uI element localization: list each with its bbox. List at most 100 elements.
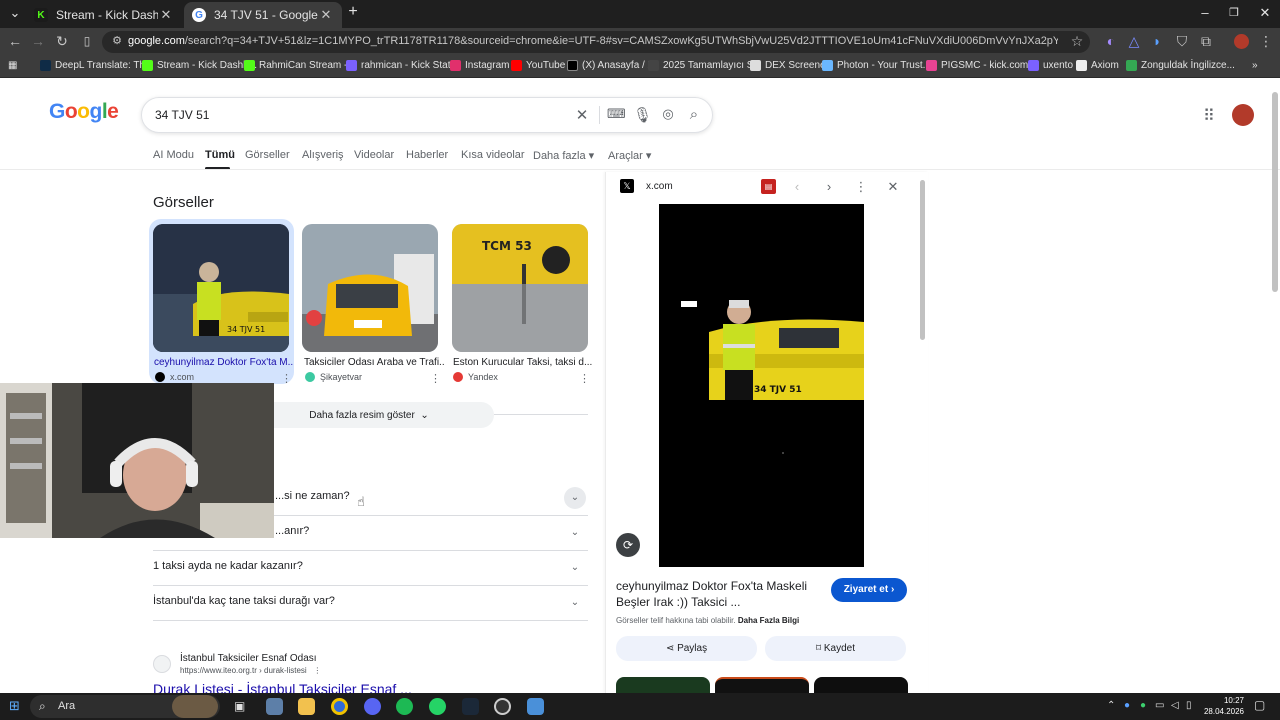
tray-icon[interactable]: ● (1140, 700, 1146, 711)
more-images-button[interactable]: Daha fazla resim göster ⌄ (244, 402, 494, 428)
more-options-icon[interactable]: ⋮ (313, 666, 321, 675)
clear-icon[interactable]: ✕ (573, 106, 591, 124)
search-box[interactable]: 34 TJV 51 ✕ ⌨ 🎙 ◎ ⌕ (141, 97, 713, 133)
task-view-icon[interactable]: ▣ (234, 699, 245, 713)
share-button[interactable]: ⋖ Paylaş (616, 636, 757, 661)
volume-icon[interactable]: ◁ (1171, 700, 1179, 711)
lens-icon[interactable]: ◎ (659, 106, 677, 122)
related-question[interactable]: 1 taksi ayda ne kadar kazanır? ⌄ (153, 551, 588, 586)
profile-avatar[interactable] (1234, 34, 1249, 49)
microphone-icon[interactable]: 🎙 (633, 106, 652, 124)
related-image[interactable] (814, 677, 908, 693)
bookmark-item[interactable]: DEX Screener (750, 60, 829, 71)
extension-icon[interactable]: ◐ (1102, 33, 1120, 49)
more-bookmarks-icon[interactable]: » (1252, 60, 1258, 71)
tab-videos[interactable]: Videolar (354, 149, 394, 161)
google-apps-icon[interactable]: ⠿ (1203, 106, 1215, 126)
chrome-icon[interactable] (331, 698, 348, 715)
bookmark-star-icon[interactable]: ☆ (1068, 33, 1086, 50)
more-options-icon[interactable]: ⋮ (853, 179, 869, 195)
bookmark-item[interactable]: Axiom (1076, 60, 1119, 71)
bookmark-item[interactable]: YouTube (511, 60, 565, 71)
chevron-down-icon[interactable]: ⌄ (564, 487, 586, 509)
chevron-up-icon[interactable]: ⌃ (1107, 700, 1115, 711)
chevron-down-icon[interactable]: ⌄ (564, 522, 586, 544)
bookmark-item[interactable]: Instagram (450, 60, 509, 71)
menu-icon[interactable]: ⋮ (1257, 33, 1275, 50)
chevron-down-icon[interactable]: ⌄ (564, 557, 586, 579)
new-tab-button[interactable]: + (338, 3, 368, 21)
previous-icon[interactable]: ‹ (789, 179, 805, 194)
close-icon[interactable]: ✕ (318, 7, 334, 23)
result-url[interactable]: https://www.iteo.org.tr › durak-listesi … (180, 666, 321, 675)
bookmark-item[interactable]: PIGSMC - kick.com/... (926, 60, 1039, 71)
battery-icon[interactable]: ▯ (1186, 700, 1192, 711)
extension-icon[interactable]: ◗ (1148, 33, 1166, 49)
image-source[interactable]: Şikayetvar (305, 372, 362, 382)
more-options-icon[interactable]: ⋮ (430, 372, 441, 385)
system-clock[interactable]: 10:27 28.04.2026 (1200, 695, 1244, 717)
tab-all[interactable]: Tümü (205, 149, 235, 161)
address-bar[interactable]: ⚙ google.com/search?q=34+TJV+51&lz=1C1MY… (102, 31, 1090, 53)
restore-button[interactable]: ❐ (1219, 6, 1249, 19)
notifications-icon[interactable]: ▢ (1254, 698, 1265, 712)
app-icon[interactable] (527, 698, 544, 715)
google-logo[interactable]: Google (49, 100, 119, 124)
reload-icon[interactable]: ↻ (53, 33, 71, 50)
network-icon[interactable]: ▭ (1155, 700, 1164, 711)
image-source[interactable]: x.com (155, 372, 194, 382)
bookmark-item[interactable]: rahmican - Kick Stat... (346, 60, 459, 71)
bookmark-item[interactable]: Zonguldak İngilizce... (1126, 60, 1235, 71)
bookmark-item[interactable]: DeepL Translate: Th... (40, 60, 153, 71)
search-icon[interactable]: ⌕ (685, 106, 703, 123)
image-result-3[interactable]: TCM 53 (452, 224, 588, 352)
image-caption[interactable]: ceyhunyilmaz Doktor Fox'ta M... (154, 357, 294, 368)
panel-scrollbar[interactable] (920, 180, 925, 340)
tab-tools[interactable]: Araçlar ▾ (608, 149, 651, 162)
tray-icon[interactable]: ● (1124, 700, 1130, 711)
extensions-puzzle-icon[interactable]: ⧉ (1197, 33, 1215, 50)
image-caption[interactable]: Taksiciler Odası Araba ve Trafi... (304, 357, 444, 368)
spotify-icon[interactable] (396, 698, 413, 715)
bookmark-item[interactable]: Photon - Your Trust... (822, 60, 931, 71)
related-image[interactable] (616, 677, 710, 693)
related-question[interactable]: İstanbul'da kaç tane taksi durağı var? ⌄ (153, 586, 588, 621)
tab-news[interactable]: Haberler (406, 149, 448, 161)
save-button[interactable]: ⌑ Kaydet (765, 636, 906, 661)
apps-grid-icon[interactable]: ▦ (8, 60, 17, 71)
keyboard-icon[interactable]: ⌨ (607, 106, 626, 122)
back-icon[interactable]: ← (6, 33, 24, 49)
image-source[interactable]: Yandex (453, 372, 498, 382)
panel-image-title[interactable]: ceyhunyilmaz Doktor Fox'ta Maskeli Beşle… (616, 578, 821, 610)
avatar[interactable] (1232, 104, 1254, 126)
search-input[interactable]: 34 TJV 51 (155, 108, 209, 122)
bookmark-item[interactable]: RahmiCan Stream -... (244, 60, 356, 71)
more-options-icon[interactable]: ⋮ (281, 372, 292, 385)
close-icon[interactable]: ✕ (885, 179, 901, 195)
next-icon[interactable]: › (821, 179, 837, 194)
steam-icon[interactable] (462, 698, 479, 715)
minimize-button[interactable]: – (1190, 5, 1220, 20)
whatsapp-icon[interactable] (429, 698, 446, 715)
shield-icon[interactable]: ⛉ (1173, 33, 1191, 50)
app-icon[interactable] (266, 698, 283, 715)
result-site-name[interactable]: İstanbul Taksiciler Esnaf Odası (180, 653, 317, 664)
site-info-icon[interactable]: ⚙ (108, 34, 126, 47)
bookmark-item[interactable]: (X) Anasayfa / X (567, 60, 654, 71)
image-caption[interactable]: Eston Kurucular Taksi, taksi d... (453, 357, 593, 368)
more-options-icon[interactable]: ⋮ (579, 372, 590, 385)
page-scrollbar[interactable] (1272, 92, 1278, 292)
extension-icon[interactable]: △ (1125, 33, 1143, 50)
bookmark-item[interactable]: Stream - Kick Dashb... (142, 60, 257, 71)
related-image[interactable] (715, 677, 809, 693)
tab-google-search[interactable]: G 34 TJV 51 - Google'da Ara ✕ (184, 2, 342, 28)
windows-start-icon[interactable]: ⊞ (9, 698, 20, 714)
close-window-button[interactable]: ✕ (1250, 5, 1280, 21)
panel-site-name[interactable]: x.com (646, 181, 673, 192)
chevron-down-icon[interactable]: ⌄ (564, 592, 586, 614)
tab-short-videos[interactable]: Kısa videolar (461, 149, 525, 161)
pdf-icon[interactable]: ▤ (761, 179, 776, 194)
obs-icon[interactable] (494, 698, 511, 715)
more-info-link[interactable]: Daha Fazla Bilgi (738, 616, 799, 625)
tab-ai-mode[interactable]: AI Modu (153, 149, 194, 161)
